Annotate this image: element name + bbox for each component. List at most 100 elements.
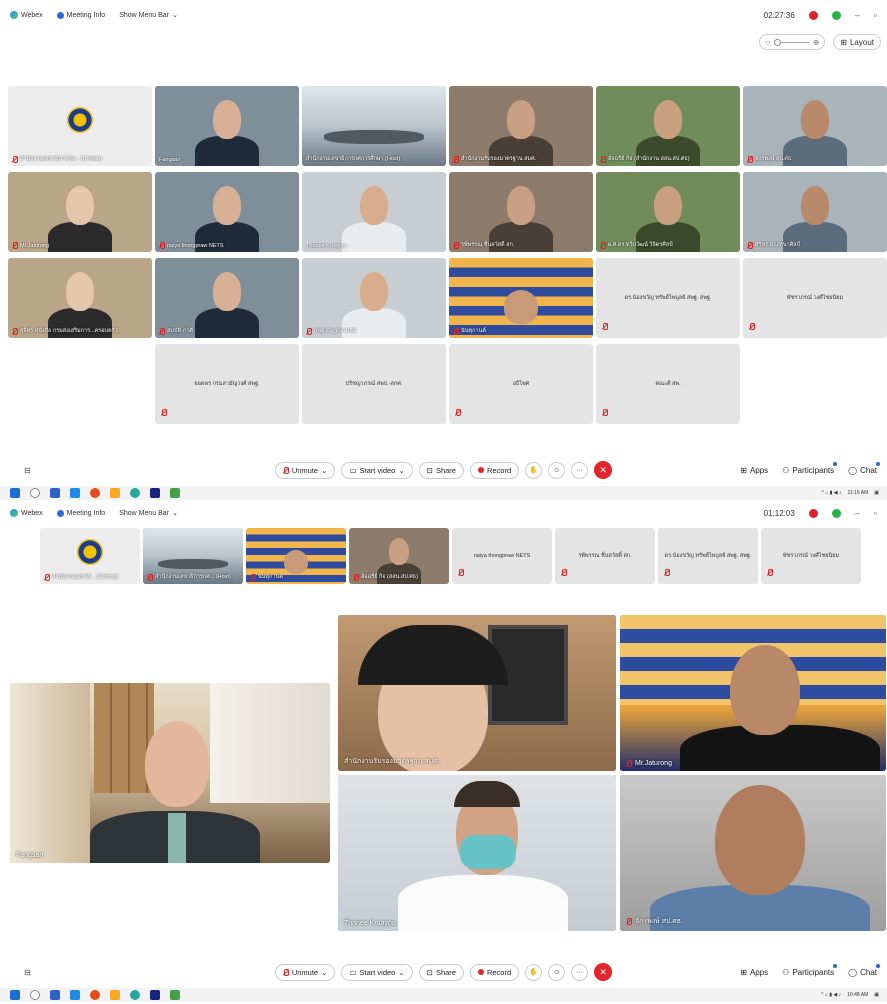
zoom-in-icon[interactable]: ⊕ [813, 38, 820, 47]
browser-icon[interactable] [90, 990, 100, 1000]
mail-icon[interactable] [70, 488, 80, 498]
chevron-down-icon[interactable]: ⌄ [398, 466, 404, 475]
webex-taskbar-icon[interactable] [150, 488, 160, 498]
task-view-icon[interactable] [50, 990, 60, 1000]
app-k-icon[interactable] [170, 488, 180, 498]
clock[interactable]: 11:16 AM [848, 490, 869, 496]
participant-video-tile[interactable]: อัจฉรีย์ กิจ (สำนักงาน สสน.สป.ศธ) [596, 86, 740, 166]
raise-hand-icon[interactable]: ✋ [525, 461, 543, 479]
security-shield-icon[interactable] [831, 508, 841, 518]
raise-hand-icon[interactable]: ✋ [525, 963, 543, 981]
mail-icon[interactable] [70, 990, 80, 1000]
participant-video-tile[interactable]: Thanee Kruayoo [302, 172, 446, 252]
video-tile-large[interactable]: จักรพงษ์ สป.ศธ. [620, 775, 886, 931]
participant-video-tile[interactable]: นันทุกานต์ [449, 258, 593, 338]
video-tile-large[interactable]: Thanee Kruayoo [338, 775, 616, 931]
webex-taskbar-icon[interactable] [150, 990, 160, 1000]
participant-video-tile[interactable]: สพฐ.สป_สนามชัย [302, 258, 446, 338]
start-video-button[interactable]: ▭ Start video ⌄ [341, 461, 413, 479]
caption-icon[interactable]: ⊟ [24, 466, 31, 475]
participant-video-tile[interactable]: สำนักงานเลขาธิการกศ... (Cohost) [8, 86, 152, 166]
participant-video-tile[interactable]: จักรพงษ์ สป.ศธ. [743, 86, 887, 166]
participant-tile-no-video[interactable]: รพีพรรณ ชื่นสวัสดิ์ สก. [555, 528, 655, 584]
file-explorer-icon[interactable] [110, 488, 120, 498]
search-icon[interactable] [30, 990, 40, 1000]
participant-video-tile[interactable]: ผ.ศ.ดร.ทวีปวัฒน์ วิจิตรศิลป์ [596, 172, 740, 252]
chevron-down-icon[interactable]: ⌄ [321, 466, 327, 475]
participant-video-tile[interactable]: อัจฉรีย์ กิจ (สสน.สป.ศธ) [349, 528, 449, 584]
chevron-down-icon[interactable]: ⌄ [321, 968, 327, 977]
windows-start-icon[interactable] [10, 488, 20, 498]
participant-video-tile[interactable]: naiya thongpraw NETS [155, 172, 299, 252]
participant-video-tile[interactable]: สุจิตร์ หนังสือ กรมส่งเสริมการ...ครอบครั… [8, 258, 152, 338]
participant-tile-no-video[interactable]: อธิไพศ [449, 344, 593, 424]
main-video-fangsan[interactable]: Fangsan [10, 683, 330, 863]
chrome-icon[interactable] [130, 990, 140, 1000]
participants-button[interactable]: ⚇ Participants [782, 461, 838, 475]
minimize-icon[interactable]: – [855, 10, 860, 20]
participant-video-tile[interactable]: สำนักงานเลขาธิ... (Cohost) [40, 528, 140, 584]
end-call-icon[interactable]: ✕ [594, 461, 613, 479]
unmute-button[interactable]: Unmute ⌄ [274, 963, 336, 981]
record-button[interactable]: Record [469, 963, 520, 981]
tile-size-slider[interactable]: ○ ⊕ [759, 34, 826, 50]
webex-app-menu[interactable]: Webex [10, 11, 43, 19]
record-button[interactable]: Record [469, 461, 520, 479]
end-call-icon[interactable]: ✕ [594, 963, 613, 981]
minimize-icon[interactable]: – [855, 508, 860, 518]
browser-icon[interactable] [90, 488, 100, 498]
participant-tile-no-video[interactable]: naiya thongpraw NETS [452, 528, 552, 584]
layout-button[interactable]: ⊞ Layout [833, 34, 881, 50]
clock[interactable]: 10:48 AM [847, 992, 868, 998]
participant-video-tile[interactable]: สำนักงานรับรองมาตรฐาน สมศ. [449, 86, 593, 166]
app-k-icon[interactable] [170, 990, 180, 1000]
participant-video-tile[interactable]: สำนักงานเลขาธิการกศการศึกษา (Host) [302, 86, 446, 166]
participant-video-tile[interactable]: รพีพรรณ ชื่นสวัสดิ์ สก. [449, 172, 593, 252]
task-view-icon[interactable] [50, 488, 60, 498]
webex-app-menu[interactable]: Webex [10, 509, 43, 517]
participant-tile-no-video[interactable]: ยอดพร กรมสามัญวงศ์ สพฐ. [155, 344, 299, 424]
unmute-button[interactable]: Unmute ⌄ [274, 461, 336, 479]
participant-tile-no-video[interactable]: พัชราภรณ์ วงศ์ไชยนิยม [761, 528, 861, 584]
notifications-icon[interactable]: ▣ [874, 490, 879, 496]
chat-button[interactable]: ◯ Chat [848, 461, 880, 475]
security-shield-icon[interactable] [831, 10, 841, 20]
participant-video-tile[interactable]: Mr.Jaturong [8, 172, 152, 252]
share-button[interactable]: ⊡ Share [418, 461, 464, 479]
participant-video-tile[interactable]: ศิริพร มัณฑนาศิลป์ [743, 172, 887, 252]
participant-video-tile[interactable]: สมบัติ ภาคี [155, 258, 299, 338]
video-tile-large[interactable]: Mr.Jaturong [620, 615, 886, 771]
participant-video-tile[interactable]: นันทุกานต์ [246, 528, 346, 584]
participant-tile-no-video[interactable]: ดร.น้องขวัญ ทรัพย์ไพบูลย์ สพฐ. สพฐ. [658, 528, 758, 584]
chat-button[interactable]: ◯ Chat [848, 963, 880, 977]
windows-start-icon[interactable] [10, 990, 20, 1000]
reactions-icon[interactable]: ☺ [548, 461, 566, 479]
search-icon[interactable] [30, 488, 40, 498]
participant-tile-no-video[interactable]: พัชราภรณ์ วงศ์ไชยนิยม [743, 258, 887, 338]
restore-icon[interactable]: ▫ [874, 508, 877, 518]
more-options-icon[interactable]: ··· [571, 461, 589, 479]
file-explorer-icon[interactable] [110, 990, 120, 1000]
apps-button[interactable]: ⊞ Apps [740, 968, 768, 977]
tray-icons[interactable]: ^ ⌂ ▮ ◀ ♪ [821, 992, 841, 998]
participant-video-tile[interactable]: Fangsan [155, 86, 299, 166]
more-options-icon[interactable]: ··· [571, 963, 589, 981]
share-button[interactable]: ⊡ Share [418, 963, 464, 981]
restore-icon[interactable]: ▫ [874, 10, 877, 20]
video-tile-large[interactable]: สำนักงานรับรองมาตรฐาน สมศ. [338, 615, 616, 771]
meeting-info-button[interactable]: Meeting Info [56, 11, 105, 19]
participant-tile-no-video[interactable]: คณะดี สพ. [596, 344, 740, 424]
show-menu-bar-button[interactable]: Show Menu Bar ⌄ [119, 509, 178, 518]
chrome-icon[interactable] [130, 488, 140, 498]
meeting-info-button[interactable]: Meeting Info [56, 509, 105, 517]
participant-video-tile[interactable]: สำนักงานเลขาธิการกศ... (Host) [143, 528, 243, 584]
show-menu-bar-button[interactable]: Show Menu Bar ⌄ [119, 11, 178, 20]
chevron-down-icon[interactable]: ⌄ [398, 968, 404, 977]
zoom-out-icon[interactable]: ○ [765, 38, 770, 47]
apps-button[interactable]: ⊞ Apps [740, 466, 768, 475]
participant-tile-no-video[interactable]: ดร.น้องขวัญ ทรัพย์ไพบูลย์ สพฐ. สพฐ. [596, 258, 740, 338]
tray-icons[interactable]: ^ ⌂ ▮ ◀ ♪ [821, 490, 841, 496]
caption-icon[interactable]: ⊟ [24, 968, 31, 977]
participant-tile-no-video[interactable]: ปรัชญาภรณ์ สพป.-สกศ. [302, 344, 446, 424]
slider-knob[interactable] [774, 38, 782, 46]
